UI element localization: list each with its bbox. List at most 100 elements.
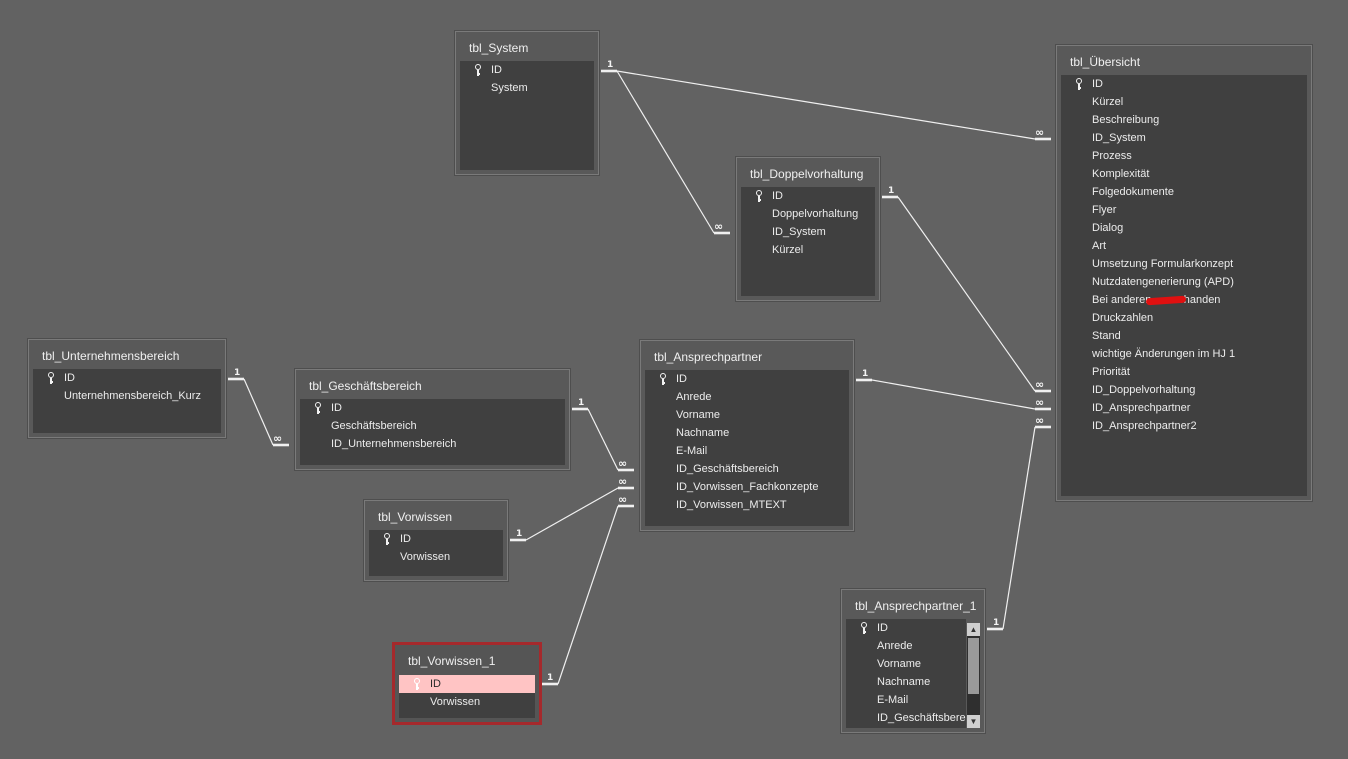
- field-list[interactable]: ID Unternehmensbereich_Kurz: [33, 369, 221, 433]
- field-row[interactable]: ID_System: [1061, 129, 1307, 147]
- table-tbl-geschaeftsbereich[interactable]: tbl_Geschäftsbereich ID Geschäftsbereich…: [295, 369, 570, 470]
- field-row[interactable]: wichtige Änderungen im HJ 1: [1061, 345, 1307, 363]
- field-row[interactable]: Stand: [1061, 327, 1307, 345]
- field-row[interactable]: ID_Geschäftsbere: [846, 709, 966, 727]
- field-row[interactable]: Dialog: [1061, 219, 1307, 237]
- key-icon: [474, 64, 482, 76]
- field-name: Priorität: [1092, 366, 1130, 378]
- table-title[interactable]: tbl_Ansprechpartner_1: [855, 599, 976, 613]
- table-title[interactable]: tbl_Unternehmensbereich: [42, 349, 179, 363]
- field-row[interactable]: ID_Unternehmensbereich: [300, 435, 565, 453]
- field-row[interactable]: Geschäftsbereich: [300, 417, 565, 435]
- table-tbl-unternehmensbereich[interactable]: tbl_Unternehmensbereich ID Unternehmensb…: [28, 339, 226, 438]
- table-title[interactable]: tbl_System: [469, 41, 528, 55]
- field-list[interactable]: ID Geschäftsbereich ID_Unternehmensberei…: [300, 399, 565, 465]
- field-row[interactable]: ID_Vorwissen_MTEXT: [645, 496, 849, 514]
- table-tbl-ansprechpartner[interactable]: tbl_Ansprechpartner ID Anrede Vorname Na…: [640, 340, 854, 531]
- relationship-system-uebersicht[interactable]: 1 ∞: [601, 60, 1051, 141]
- rel-label-many: ∞: [1035, 126, 1044, 139]
- field-row[interactable]: ID_Ansprechpartner2: [1061, 417, 1307, 435]
- field-row[interactable]: Folgedokumente: [1061, 183, 1307, 201]
- field-row[interactable]: Kürzel: [741, 241, 875, 259]
- field-row[interactable]: Bei anderen … vorhanden: [1061, 291, 1307, 309]
- relationships-canvas[interactable]: 1 ∞ ∞ 1 ∞ 1 ∞ 1 ∞ 1 ∞ 1 ∞ 1 ∞ 1 ∞ tbl_Sy…: [0, 0, 1348, 759]
- field-list[interactable]: ID System: [460, 61, 594, 170]
- field-name: Geschäftsbereich: [331, 420, 417, 432]
- field-row[interactable]: Anrede: [846, 637, 966, 655]
- field-row[interactable]: Art: [1061, 237, 1307, 255]
- scroll-up-arrow-icon[interactable]: ▲: [967, 623, 980, 636]
- field-list[interactable]: ID Anrede Vorname Nachname E-Mail ID_Ges…: [846, 619, 966, 728]
- field-row[interactable]: Nutzdatengenerierung (APD): [1061, 273, 1307, 291]
- field-row[interactable]: E-Mail: [645, 442, 849, 460]
- field-row[interactable]: Kürzel: [1061, 93, 1307, 111]
- key-icon: [413, 678, 421, 690]
- field-row[interactable]: System: [460, 79, 594, 97]
- field-row[interactable]: ID_System: [741, 223, 875, 241]
- vertical-scrollbar[interactable]: ▲ ▼: [967, 623, 980, 728]
- field-row-id[interactable]: ID: [1061, 75, 1307, 93]
- field-row-id[interactable]: ID: [741, 187, 875, 205]
- relationship-ansprechpartner-uebersicht[interactable]: 1 ∞: [856, 369, 1051, 411]
- relationship-system-doppelvorhaltung[interactable]: ∞: [616, 70, 730, 235]
- field-row[interactable]: Nachname: [846, 673, 966, 691]
- table-tbl-uebersicht[interactable]: tbl_Übersicht ID Kürzel Beschreibung ID_…: [1056, 45, 1312, 501]
- field-list[interactable]: ID Anrede Vorname Nachname E-Mail ID_Ges…: [645, 370, 849, 526]
- table-tbl-ansprechpartner-1[interactable]: tbl_Ansprechpartner_1 ID Anrede Vorname …: [841, 589, 985, 733]
- field-list[interactable]: ID Vorwissen: [399, 675, 535, 718]
- field-row[interactable]: Umsetzung Formularkonzept: [1061, 255, 1307, 273]
- field-row-id[interactable]: ID: [33, 369, 221, 387]
- field-row[interactable]: Flyer: [1061, 201, 1307, 219]
- table-title[interactable]: tbl_Vorwissen_1: [408, 654, 495, 668]
- field-row-id[interactable]: ID: [645, 370, 849, 388]
- field-row[interactable]: ID_Ansprechpartner: [1061, 399, 1307, 417]
- relationship-vorwissen1-ansprechpartner[interactable]: 1 ∞: [542, 493, 634, 686]
- table-title[interactable]: tbl_Vorwissen: [378, 510, 452, 524]
- scroll-down-arrow-icon[interactable]: ▼: [967, 715, 980, 728]
- relationship-unternehmensbereich-geschaeftsbereich[interactable]: 1 ∞: [228, 368, 289, 447]
- field-row[interactable]: Komplexität: [1061, 165, 1307, 183]
- field-row[interactable]: Vorname: [846, 655, 966, 673]
- field-row[interactable]: Druckzahlen: [1061, 309, 1307, 327]
- field-row[interactable]: ID_Geschäftsbereich: [645, 460, 849, 478]
- field-row-id[interactable]: ID: [846, 619, 966, 637]
- field-row[interactable]: E-Mail: [846, 691, 966, 709]
- table-tbl-vorwissen[interactable]: tbl_Vorwissen ID Vorwissen: [364, 500, 508, 581]
- field-row[interactable]: Priorität: [1061, 363, 1307, 381]
- relationship-ansprechpartner1-uebersicht[interactable]: 1 ∞: [987, 414, 1051, 631]
- rel-label-many: ∞: [618, 475, 627, 488]
- field-name: ID: [491, 64, 502, 76]
- field-list[interactable]: ID Doppelvorhaltung ID_System Kürzel: [741, 187, 875, 296]
- table-title[interactable]: tbl_Übersicht: [1070, 55, 1140, 69]
- rel-label-one: 1: [862, 369, 868, 379]
- table-tbl-doppelvorhaltung[interactable]: tbl_Doppelvorhaltung ID Doppelvorhaltung…: [736, 157, 880, 301]
- field-row[interactable]: Beschreibung: [1061, 111, 1307, 129]
- field-row-id-selected[interactable]: ID: [399, 675, 535, 693]
- relationship-vorwissen-ansprechpartner[interactable]: 1 ∞: [510, 475, 634, 542]
- field-row[interactable]: Vorwissen: [399, 693, 535, 711]
- field-row[interactable]: Vorname: [645, 406, 849, 424]
- relationship-doppelvorhaltung-uebersicht[interactable]: 1 ∞: [882, 186, 1051, 393]
- field-row[interactable]: Anrede: [645, 388, 849, 406]
- field-row[interactable]: Doppelvorhaltung: [741, 205, 875, 223]
- field-name: Komplexität: [1092, 168, 1150, 180]
- table-title[interactable]: tbl_Geschäftsbereich: [309, 379, 422, 393]
- field-list[interactable]: ID Kürzel Beschreibung ID_System Prozess…: [1061, 75, 1307, 496]
- field-row[interactable]: Nachname: [645, 424, 849, 442]
- field-row[interactable]: ID_Doppelvorhaltung: [1061, 381, 1307, 399]
- field-row[interactable]: Unternehmensbereich_Kurz: [33, 387, 221, 405]
- field-row-id[interactable]: ID: [369, 530, 503, 548]
- field-list[interactable]: ID Vorwissen: [369, 530, 503, 576]
- scrollbar-thumb[interactable]: [968, 638, 979, 694]
- table-title[interactable]: tbl_Doppelvorhaltung: [750, 167, 863, 181]
- table-tbl-system[interactable]: tbl_System ID System: [455, 31, 599, 175]
- table-title[interactable]: tbl_Ansprechpartner: [654, 350, 762, 364]
- field-row[interactable]: Vorwissen: [369, 548, 503, 566]
- field-name: ID_Doppelvorhaltung: [1092, 384, 1196, 396]
- field-row-id[interactable]: ID: [460, 61, 594, 79]
- table-tbl-vorwissen-1[interactable]: tbl_Vorwissen_1 ID Vorwissen: [392, 642, 542, 725]
- field-row[interactable]: Prozess: [1061, 147, 1307, 165]
- field-row[interactable]: ID_Vorwissen_Fachkonzepte: [645, 478, 849, 496]
- relationship-geschaeftsbereich-ansprechpartner[interactable]: 1 ∞: [572, 398, 634, 472]
- field-row-id[interactable]: ID: [300, 399, 565, 417]
